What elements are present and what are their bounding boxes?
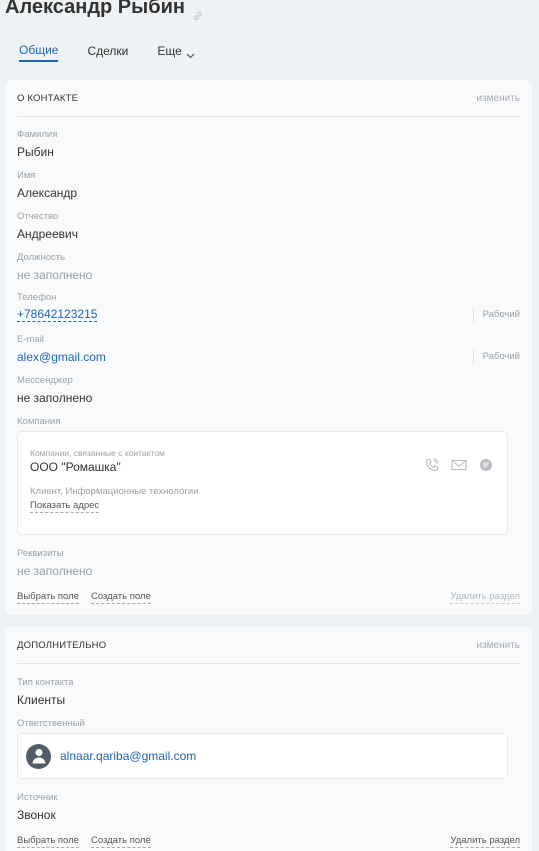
chevron-down-icon <box>186 48 195 59</box>
section-title: ДОПОЛНИТЕЛЬНО <box>17 639 107 651</box>
phone-link[interactable]: +78642123215 <box>17 307 98 322</box>
delete-section-link[interactable]: Удалить раздел <box>450 591 520 604</box>
section-header: О КОНТАКТЕ изменить <box>17 80 520 117</box>
edit-link[interactable]: изменить <box>476 93 520 104</box>
avatar <box>26 743 51 769</box>
choose-field-link[interactable]: Выбрать поле <box>17 591 79 604</box>
section-actions: Выбрать поле Создать поле Удалить раздел <box>17 835 520 848</box>
create-field-link[interactable]: Создать поле <box>90 835 151 848</box>
choose-field-link[interactable]: Выбрать поле <box>17 835 79 848</box>
field-requisites: Реквизиты не заполнено <box>17 548 93 578</box>
company-actions <box>425 458 493 472</box>
company-card: Компании, связанные с контактом ООО "Ром… <box>17 431 508 535</box>
link-icon[interactable] <box>192 5 204 20</box>
company-subtitle: Компании, связанные с контактом <box>30 448 165 458</box>
tab-deals[interactable]: Сделки <box>87 40 128 62</box>
responsible-email[interactable]: alnaar.qariba@gmail.com <box>60 749 196 763</box>
field-source: Источник Звонок <box>17 792 58 822</box>
phone-type: Рабочий <box>472 308 520 322</box>
field-position: Должность не заполнено <box>17 252 93 282</box>
field-email: E-mail alex@gmail.com Рабочий <box>17 334 520 365</box>
field-phone: Телефон +78642123215 Рабочий <box>17 292 520 322</box>
field-company: Компания <box>17 416 61 427</box>
show-address-link[interactable]: Показать адрес <box>30 500 100 513</box>
responsible-card: alnaar.qariba@gmail.com <box>17 733 508 779</box>
section-actions: Выбрать поле Создать поле Удалить раздел <box>17 591 520 604</box>
field-responsible: Ответственный <box>17 718 85 729</box>
contact-section: О КОНТАКТЕ изменить Фамилия Рыбин Имя Ал… <box>5 80 532 615</box>
tab-general[interactable]: Общие <box>19 40 59 62</box>
section-header: ДОПОЛНИТЕЛЬНО изменить <box>17 627 520 664</box>
field-last-name: Фамилия Рыбин <box>17 129 58 159</box>
field-messenger: Мессенджер не заполнено <box>17 375 93 405</box>
extra-section: ДОПОЛНИТЕЛЬНО изменить Тип контакта Клие… <box>5 627 532 851</box>
delete-section-link[interactable]: Удалить раздел <box>450 835 520 848</box>
email-type: Рабочий <box>472 350 520 364</box>
mail-icon[interactable] <box>451 458 467 472</box>
field-contact-type: Тип контакта Клиенты <box>17 677 74 707</box>
create-field-link[interactable]: Создать поле <box>90 591 151 604</box>
field-patronymic: Отчество Андреевич <box>17 211 78 241</box>
company-name[interactable]: ООО "Ромашка" <box>30 460 121 474</box>
phone-icon[interactable] <box>425 458 439 472</box>
tab-bar: Общие Сделки Еще <box>19 40 195 62</box>
email-link[interactable]: alex@gmail.com <box>17 349 520 365</box>
company-tags: Клиент, Информационные технологии <box>30 486 199 497</box>
chat-icon[interactable] <box>479 458 493 472</box>
page-title: Александр Рыбин <box>5 0 204 20</box>
contact-name: Александр Рыбин <box>5 0 185 18</box>
section-title: О КОНТАКТЕ <box>17 92 79 104</box>
edit-link[interactable]: изменить <box>476 640 520 651</box>
field-first-name: Имя Александр <box>17 170 78 200</box>
tab-more[interactable]: Еще <box>157 40 195 62</box>
